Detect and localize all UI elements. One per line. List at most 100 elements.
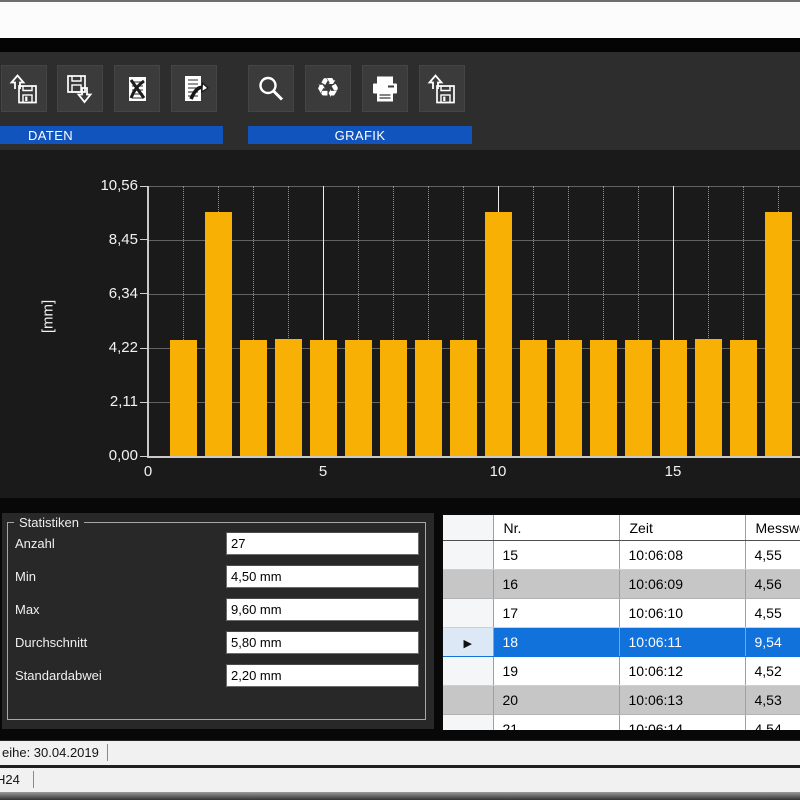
x-tick-label: 0 — [126, 463, 170, 480]
x-tick-label: 15 — [651, 463, 695, 480]
export-data-button[interactable] — [171, 65, 217, 112]
cell-zeit[interactable]: 10:06:12 — [619, 657, 745, 686]
stat-label-standardabweichung: Standardabwei — [15, 668, 102, 683]
stat-field-max[interactable] — [226, 598, 419, 621]
stat-label-anzahl: Anzahl — [15, 536, 55, 551]
cell-zeit[interactable]: 10:06:09 — [619, 570, 745, 599]
measurement-bar — [625, 340, 652, 456]
x-axis-line — [147, 456, 800, 458]
y-tick-mark — [140, 239, 148, 240]
title-bar — [0, 2, 800, 38]
toolbar: ♻ DATEN GRAFIK — [0, 52, 800, 150]
measurement-bar — [765, 212, 792, 456]
stat-row-durchschnitt: Durchschnitt — [8, 631, 425, 654]
cell-messwert[interactable]: 9,54 — [745, 628, 800, 657]
column-header-messwert[interactable]: Messwe — [745, 515, 800, 541]
table-row-18[interactable]: ▶ 1810:06:119,54 — [443, 628, 800, 657]
refresh-button[interactable]: ♻ — [305, 65, 351, 112]
status-bar-device: H24 — [0, 765, 800, 792]
load-data-button[interactable] — [1, 65, 47, 112]
row-selector-cell[interactable] — [443, 686, 493, 715]
measurement-bar — [345, 340, 372, 456]
row-selector-cell[interactable] — [443, 599, 493, 628]
table-row-17[interactable]: 1710:06:104,55 — [443, 599, 800, 628]
row-selector-cell[interactable]: ▶ — [443, 628, 493, 657]
cell-zeit[interactable]: 10:06:08 — [619, 541, 745, 570]
row-selector-cell[interactable] — [443, 715, 493, 731]
cell-nr[interactable]: 18 — [493, 628, 619, 657]
recycle-icon: ♻ — [316, 75, 340, 102]
table-row-21[interactable]: 2110:06:144,54 — [443, 715, 800, 731]
column-header-nr[interactable]: Nr. — [493, 515, 619, 541]
cell-nr[interactable]: 15 — [493, 541, 619, 570]
cell-zeit[interactable]: 10:06:13 — [619, 686, 745, 715]
delete-data-button[interactable] — [114, 65, 160, 112]
y-gridline — [148, 294, 800, 295]
floppy-arrow-up-icon — [426, 73, 458, 105]
cell-messwert[interactable]: 4,55 — [745, 599, 800, 628]
cell-zeit[interactable]: 10:06:14 — [619, 715, 745, 731]
y-tick-label: 0,00 — [52, 447, 138, 464]
stat-row-max: Max — [8, 598, 425, 621]
cell-messwert[interactable]: 4,56 — [745, 570, 800, 599]
printer-icon — [369, 73, 401, 105]
measurement-bar — [730, 340, 757, 456]
column-header-zeit[interactable]: Zeit — [619, 515, 745, 541]
measurement-bar — [170, 340, 197, 456]
measurement-bar-chart: [mm] 0,002,114,226,348,4510,56051015 — [0, 150, 800, 498]
measurement-bar — [590, 340, 617, 456]
y-tick-label: 4,22 — [52, 339, 138, 356]
stat-field-anzahl[interactable] — [226, 532, 419, 555]
cell-nr[interactable]: 17 — [493, 599, 619, 628]
daten-group-label: DATEN — [0, 126, 223, 144]
stat-field-min[interactable] — [226, 565, 419, 588]
table-row-16[interactable]: 1610:06:094,56 — [443, 570, 800, 599]
current-row-arrow-icon: ▶ — [464, 638, 472, 650]
row-selector-cell[interactable] — [443, 541, 493, 570]
zoom-button[interactable] — [248, 65, 294, 112]
daten-group-label-text: DATEN — [28, 128, 73, 143]
cell-messwert[interactable]: 4,54 — [745, 715, 800, 731]
measurement-bar — [520, 340, 547, 456]
y-tick-mark — [140, 402, 148, 403]
cell-nr[interactable]: 19 — [493, 657, 619, 686]
table-row-20[interactable]: 2010:06:134,53 — [443, 686, 800, 715]
cell-messwert[interactable]: 4,52 — [745, 657, 800, 686]
y-tick-label: 6,34 — [52, 285, 138, 302]
statistics-title: Statistiken — [14, 515, 84, 530]
column-header-selector[interactable] — [443, 515, 493, 541]
cell-zeit[interactable]: 10:06:10 — [619, 599, 745, 628]
measurement-bar — [555, 340, 582, 456]
stat-row-standardabweichung: Standardabwei — [8, 664, 425, 687]
cell-messwert[interactable]: 4,53 — [745, 686, 800, 715]
table-row-19[interactable]: 1910:06:124,52 — [443, 657, 800, 686]
measurement-bar — [310, 340, 337, 456]
print-button[interactable] — [362, 65, 408, 112]
y-gridline — [148, 186, 800, 187]
y-tick-label: 10,56 — [52, 177, 138, 194]
row-selector-cell[interactable] — [443, 657, 493, 686]
status-separator — [107, 744, 108, 761]
save-graphic-button[interactable] — [419, 65, 465, 112]
stat-field-durchschnitt[interactable] — [226, 631, 419, 654]
cell-zeit[interactable]: 10:06:11 — [619, 628, 745, 657]
y-axis-line — [147, 186, 149, 457]
x-tick-label: 5 — [301, 463, 345, 480]
stat-label-max: Max — [15, 602, 40, 617]
measurement-bar — [660, 340, 687, 456]
cell-nr[interactable]: 21 — [493, 715, 619, 731]
y-tick-mark — [140, 456, 148, 457]
document-export-icon — [178, 73, 210, 105]
magnifier-icon — [255, 73, 287, 105]
row-selector-cell[interactable] — [443, 570, 493, 599]
cell-nr[interactable]: 16 — [493, 570, 619, 599]
measurement-bar — [695, 339, 722, 456]
stat-field-standardabweichung[interactable] — [226, 664, 419, 687]
floppy-arrow-down-icon — [64, 73, 96, 105]
table-row-15[interactable]: 1510:06:084,55 — [443, 541, 800, 570]
cell-nr[interactable]: 20 — [493, 686, 619, 715]
cell-messwert[interactable]: 4,55 — [745, 541, 800, 570]
stat-row-min: Min — [8, 565, 425, 588]
y-tick-mark — [140, 186, 148, 187]
save-data-button[interactable] — [57, 65, 103, 112]
